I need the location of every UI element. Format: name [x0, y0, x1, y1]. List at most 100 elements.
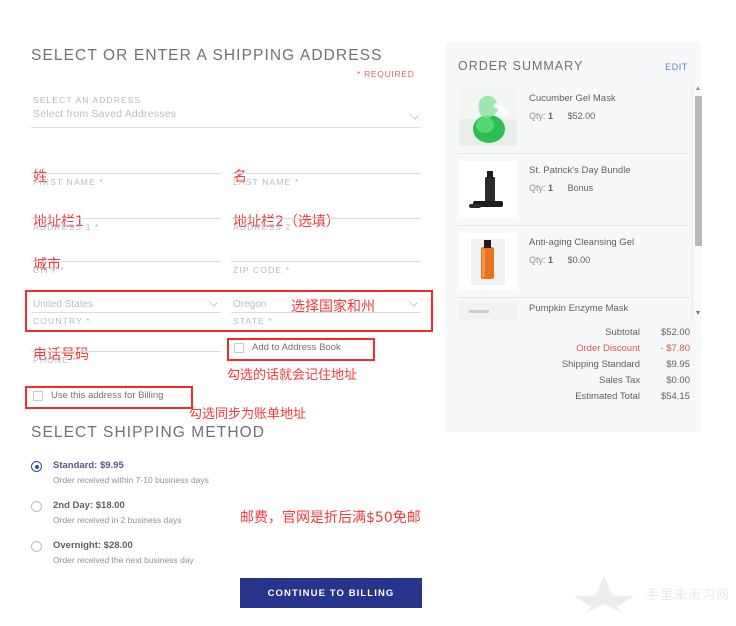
chevron-down-icon: [409, 110, 419, 120]
shipping-option-name: 2nd Day: $18.00: [53, 500, 125, 511]
first-name-field[interactable]: 姓 FIRST NAME *: [31, 160, 221, 204]
radio-2nd-day[interactable]: [31, 501, 42, 512]
order-item-qty-label: Qty:: [529, 111, 546, 121]
state-value: Oregon: [233, 299, 267, 310]
total-label: Subtotal: [605, 327, 640, 338]
page-title: SELECT OR ENTER A SHIPPING ADDRESS: [31, 47, 383, 64]
total-row-estimated-total: Estimated Total $54.15: [457, 391, 692, 407]
order-summary-edit-link[interactable]: EDIT: [665, 62, 688, 72]
order-item-row: Cucumber Gel Mask Qty: 1 $52.00: [457, 82, 689, 154]
total-label: Order Discount: [576, 343, 640, 354]
scroll-up-arrow-icon[interactable]: [693, 82, 703, 95]
last-name-label: LAST NAME *: [233, 177, 300, 187]
chevron-down-icon: [408, 297, 418, 307]
star-icon: [574, 576, 634, 614]
order-summary-title: ORDER SUMMARY: [458, 59, 584, 73]
first-name-label: FIRST NAME *: [33, 177, 104, 187]
address2-label: ADDRESS 2: [233, 222, 292, 232]
country-value: United States: [33, 299, 94, 310]
order-item-name: Anti-aging Cleansing Gel: [529, 237, 635, 248]
total-value: $9.95: [666, 359, 690, 370]
order-item-row: Pumpkin Enzyme Mask: [457, 298, 689, 320]
saved-address-label: SELECT AN ADDRESS: [33, 95, 142, 105]
order-items-list: Cucumber Gel Mask Qty: 1 $52.00 St. Patr…: [457, 82, 689, 320]
pumpkin-enzyme-mask-thumb: [459, 302, 517, 320]
order-item-price: Bonus: [567, 183, 594, 193]
total-value: $54.15: [660, 391, 690, 402]
annotation-country-state: 选择国家和州: [291, 299, 375, 315]
anti-aging-cleansing-gel-thumb: [459, 233, 517, 290]
saved-address-value: Select from Saved Addresses: [33, 108, 177, 120]
cucumber-gel-mask-thumb: [459, 89, 517, 146]
shipping-option-name: Overnight: $28.00: [53, 540, 133, 551]
order-item-row: Anti-aging Cleansing Gel Qty: 1 $0.00: [457, 226, 689, 298]
total-label: Estimated Total: [575, 391, 640, 402]
add-to-address-book-checkbox[interactable]: [234, 343, 244, 353]
shipping-option-desc: Order received the next business day: [53, 555, 194, 565]
zip-code-label: ZIP CODE *: [233, 265, 291, 275]
annotation-address-book-note: 勾选的话就会记住地址: [227, 368, 358, 383]
shipping-option-name: Standard: $9.95: [53, 460, 124, 471]
annotation-shipping-note: 邮费，官网是折后满$50免邮: [240, 510, 421, 526]
order-item-name: St. Patrick's Day Bundle: [529, 165, 631, 176]
add-to-address-book-label: Add to Address Book: [252, 342, 341, 353]
order-item-meta: Qty: 1 $52.00: [529, 111, 595, 121]
required-note: * REQUIRED: [357, 69, 415, 79]
address1-label: ADDRESS 1 *: [33, 222, 100, 232]
order-item-qty-label: Qty:: [529, 183, 546, 193]
zip-code-field[interactable]: ZIP CODE *: [231, 248, 421, 292]
continue-to-billing-button[interactable]: CONTINUE TO BILLING: [240, 578, 422, 608]
field-underline: [31, 351, 221, 352]
order-item-name: Pumpkin Enzyme Mask: [529, 303, 629, 314]
phone-field[interactable]: 电话号码 PHONE *: [31, 338, 221, 382]
order-item-price: $52.00: [567, 111, 596, 121]
checkout-page: SELECT OR ENTER A SHIPPING ADDRESS * REQ…: [0, 0, 736, 626]
total-value: $52.00: [660, 327, 690, 338]
field-underline: [31, 312, 221, 313]
field-underline: [231, 173, 421, 174]
use-for-billing-checkbox[interactable]: [33, 391, 43, 401]
saved-address-select[interactable]: Select from Saved Addresses: [31, 107, 421, 128]
city-field[interactable]: 城市 CITY *: [31, 248, 221, 292]
watermark: 手里未洧沟网: [558, 572, 730, 618]
total-label: Sales Tax: [598, 375, 640, 386]
field-underline: [31, 173, 221, 174]
order-items-scrollbar[interactable]: [692, 82, 702, 320]
shipping-option-desc: Order received in 2 business days: [53, 515, 182, 525]
total-row-shipping: Shipping Standard $9.95: [457, 359, 692, 375]
order-item-meta: Qty: 1 Bonus: [529, 183, 593, 193]
radio-standard[interactable]: [31, 461, 42, 472]
field-underline: [231, 218, 421, 219]
field-underline: [31, 218, 221, 219]
radio-overnight[interactable]: [31, 541, 42, 552]
last-name-field[interactable]: 名 LAST NAME *: [231, 160, 421, 204]
state-label: STATE *: [233, 316, 273, 326]
phone-label: PHONE *: [33, 355, 77, 365]
country-select[interactable]: United States COUNTRY *: [31, 294, 221, 332]
address2-field[interactable]: 地址栏2（选填） ADDRESS 2: [231, 205, 421, 249]
shipping-option-desc: Order received within 7-10 business days: [53, 475, 209, 485]
order-item-name: Cucumber Gel Mask: [529, 93, 616, 104]
scroll-down-arrow-icon[interactable]: [693, 307, 703, 320]
total-label: Shipping Standard: [561, 359, 640, 370]
total-row-order-discount: Order Discount - $7.80: [457, 343, 692, 359]
field-underline: [31, 261, 221, 262]
field-underline: [231, 261, 421, 262]
total-value: - $7.80: [660, 343, 690, 354]
order-item-row: St. Patrick's Day Bundle Qty: 1 Bonus: [457, 154, 689, 226]
order-item-qty: 1: [548, 183, 554, 193]
address1-field[interactable]: 地址栏1 ADDRESS 1 *: [31, 205, 221, 249]
total-row-subtotal: Subtotal $52.00: [457, 327, 692, 343]
total-row-sales-tax: Sales Tax $0.00: [457, 375, 692, 391]
order-totals: Subtotal $52.00 Order Discount - $7.80 S…: [457, 327, 692, 407]
shipping-form-column: SELECT OR ENTER A SHIPPING ADDRESS * REQ…: [0, 0, 445, 626]
st-patricks-bundle-thumb: [459, 161, 517, 218]
order-item-qty: 1: [548, 255, 554, 265]
scrollbar-thumb[interactable]: [694, 96, 702, 246]
shipping-method-title: SELECT SHIPPING METHOD: [31, 424, 266, 441]
city-label: CITY *: [33, 265, 65, 275]
order-item-qty-label: Qty:: [529, 255, 546, 265]
chevron-down-icon: [208, 297, 218, 307]
country-label: COUNTRY *: [33, 316, 91, 326]
order-item-meta: Qty: 1 $0.00: [529, 255, 590, 265]
